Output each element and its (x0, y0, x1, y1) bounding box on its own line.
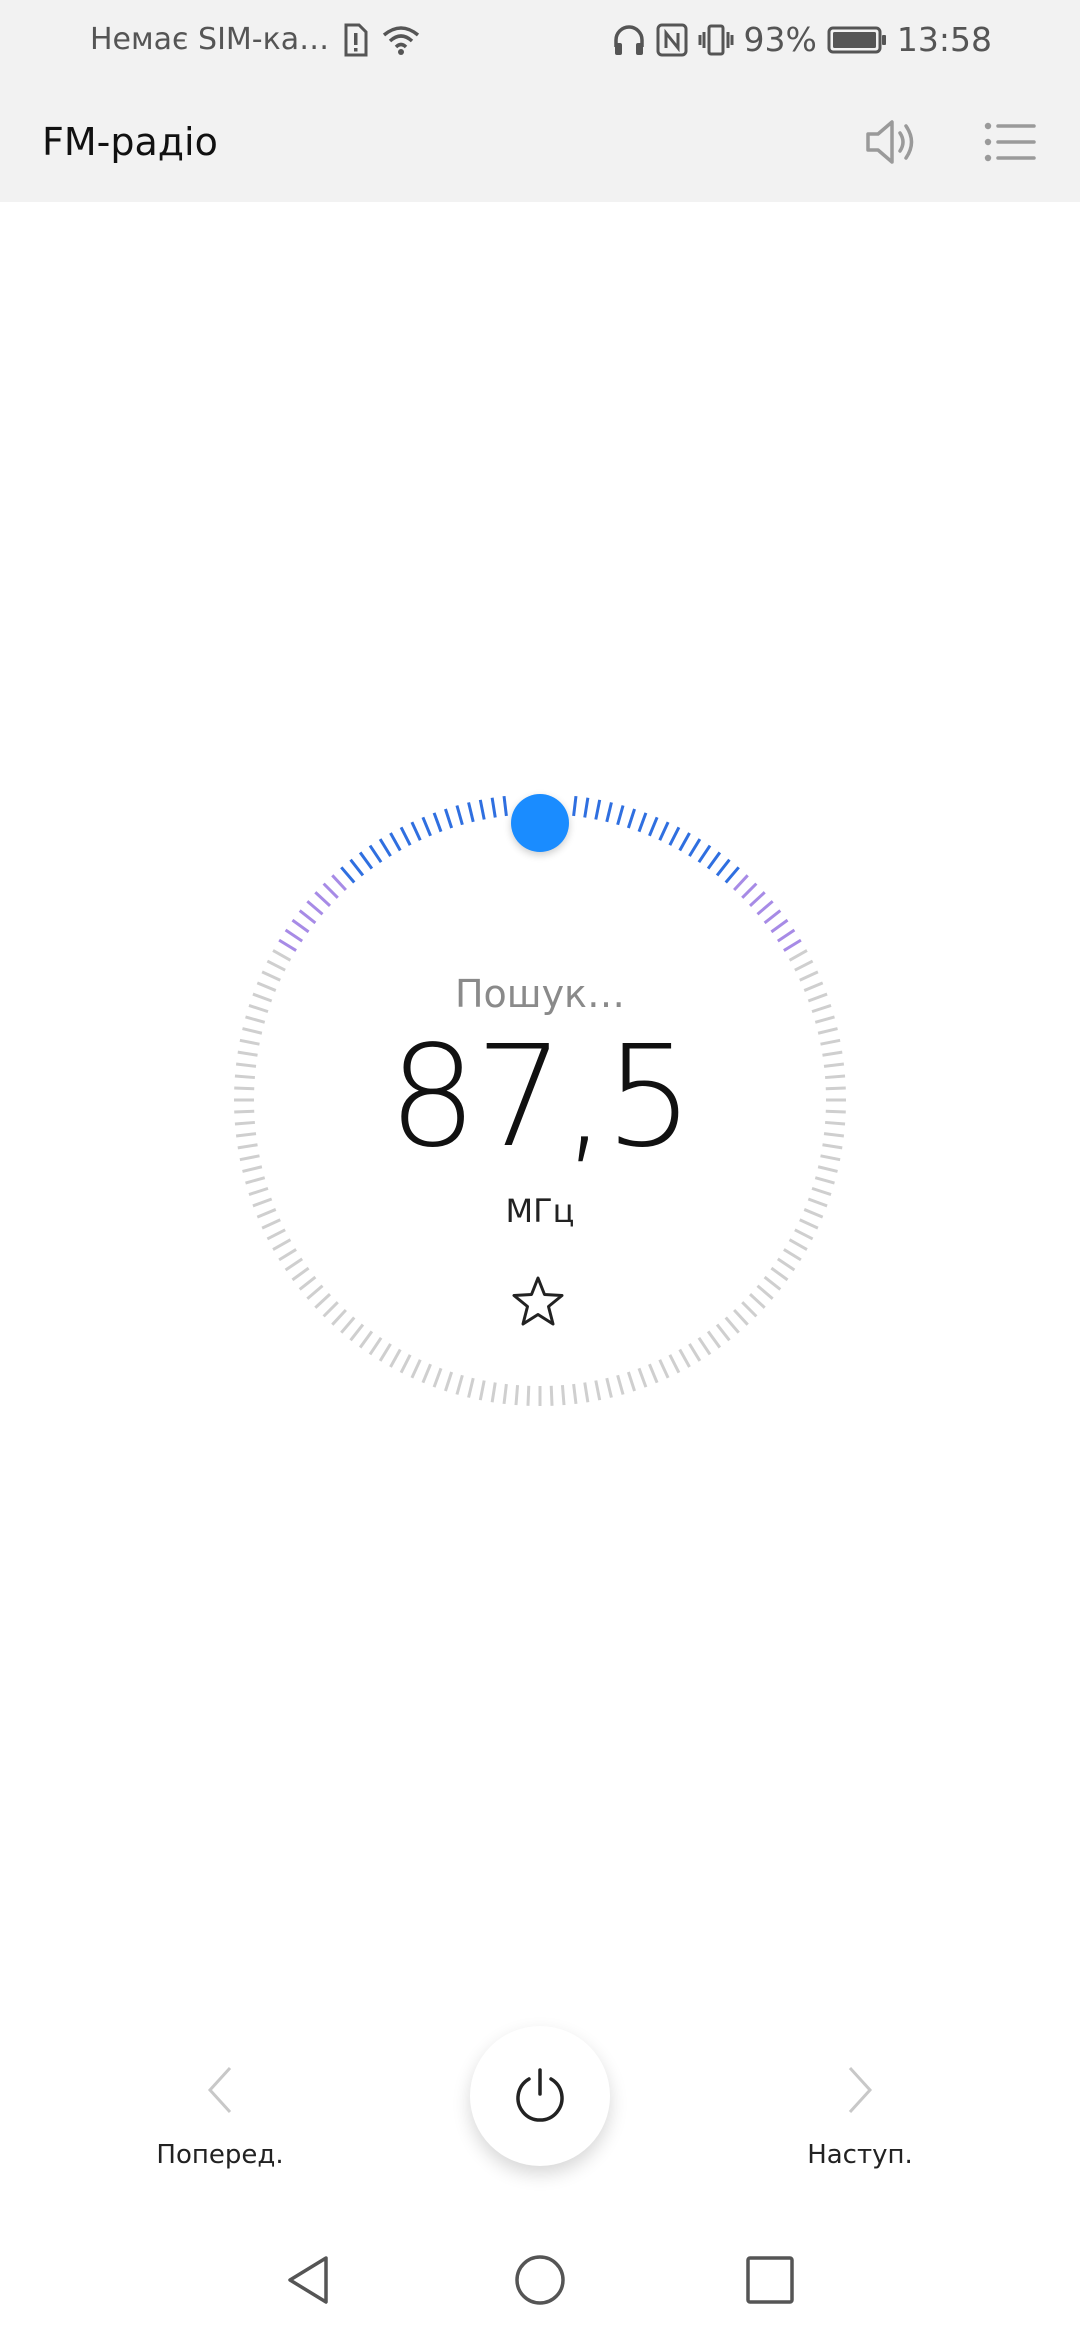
speaker-button[interactable] (862, 112, 922, 172)
dial-center: Пошук… 87,5 МГц (220, 780, 860, 1420)
wifi-icon (381, 23, 421, 57)
headphones-icon (612, 23, 646, 57)
power-icon (516, 2068, 564, 2122)
chevron-left-icon (207, 2066, 232, 2114)
recents-icon (746, 2256, 794, 2304)
top-bar: Немає SIM-ка… 93% 13:58 FM-радіо (0, 0, 1080, 202)
frequency-value: 87,5 (388, 1016, 694, 1179)
clock: 13:58 (896, 20, 992, 59)
system-navigation-bar (0, 2220, 1080, 2340)
home-icon (515, 2255, 565, 2305)
app-actions (862, 112, 1040, 172)
back-button[interactable] (278, 2250, 338, 2310)
star-outline-icon (512, 1276, 564, 1326)
vibrate-icon (698, 23, 734, 57)
battery-icon (827, 25, 887, 55)
home-button[interactable] (510, 2250, 570, 2310)
favorite-button[interactable] (510, 1274, 570, 1334)
previous-label: Поперед. (156, 2140, 284, 2170)
speaker-icon (866, 120, 914, 164)
search-status: Пошук… (454, 972, 626, 1016)
playback-controls: Поперед. Наступ. (0, 2020, 1080, 2200)
frequency-unit: МГц (505, 1192, 575, 1230)
carrier-text: Немає SIM-ка… (90, 22, 330, 57)
previous-station-button[interactable]: Поперед. (120, 2060, 320, 2170)
battery-percent: 93% (743, 20, 817, 59)
sim-alert-icon (341, 23, 369, 57)
recents-button[interactable] (740, 2250, 800, 2310)
status-bar: Немає SIM-ка… 93% 13:58 (0, 0, 1080, 82)
status-left: Немає SIM-ка… (90, 22, 421, 57)
fm-radio-screen: Немає SIM-ка… 93% 13:58 FM-радіо Пошук… … (0, 0, 1080, 2340)
next-station-button[interactable]: Наступ. (760, 2060, 960, 2170)
chevron-right-icon (848, 2066, 873, 2114)
frequency-dial[interactable]: Пошук… 87,5 МГц (220, 780, 860, 1420)
app-title: FM-радіо (42, 120, 218, 164)
next-label: Наступ. (807, 2140, 913, 2170)
status-right: 93% 13:58 (612, 20, 992, 59)
app-bar: FM-радіо (0, 82, 1080, 202)
station-list-button[interactable] (980, 112, 1040, 172)
nfc-icon (656, 23, 688, 57)
back-icon (288, 2256, 328, 2304)
power-button[interactable] (470, 2026, 610, 2166)
station-list-icon (984, 122, 1036, 162)
